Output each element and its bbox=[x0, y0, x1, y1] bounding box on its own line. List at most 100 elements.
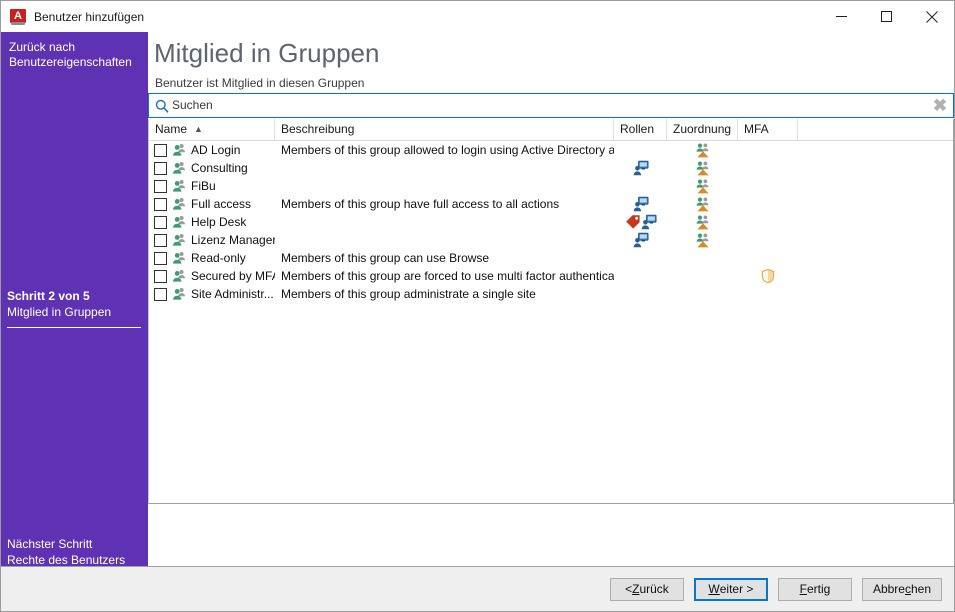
cell-roles bbox=[614, 249, 667, 267]
next-step-name: Rechte des Benutzers bbox=[7, 552, 141, 568]
finish-button[interactable]: Fertig bbox=[778, 578, 852, 601]
cancel-button[interactable]: Abbrechen bbox=[862, 578, 942, 601]
next-step-indicator: Nächster Schritt Rechte des Benutzers bbox=[7, 536, 141, 568]
row-checkbox[interactable] bbox=[154, 270, 167, 283]
cell-mfa bbox=[738, 285, 798, 303]
column-header-filler bbox=[798, 119, 953, 140]
back-button-accel: Z bbox=[632, 582, 639, 596]
group-assignment-icon bbox=[695, 178, 711, 194]
table-row[interactable]: Read-onlyMembers of this group can use B… bbox=[149, 249, 953, 267]
cell-mfa bbox=[738, 213, 798, 231]
row-name-label: Full access bbox=[191, 197, 251, 211]
group-row-icon bbox=[171, 250, 187, 266]
groups-list: Name▲ Beschreibung Rollen Zuordnung MFA … bbox=[148, 119, 954, 504]
row-checkbox[interactable] bbox=[154, 180, 167, 193]
column-header-roles[interactable]: Rollen bbox=[614, 119, 667, 140]
back-button-prefix: < bbox=[625, 582, 632, 596]
wizard-step-rail: Zurück nach Benutzereigenschaften Schrit… bbox=[1, 32, 148, 566]
group-row-icon bbox=[171, 214, 187, 230]
cell-roles bbox=[614, 231, 667, 249]
title-bar: A Benutzer hinzufügen bbox=[1, 1, 954, 32]
table-row[interactable]: Full access Members of this group have fu… bbox=[149, 195, 953, 213]
role-user-screen-icon bbox=[633, 160, 649, 176]
row-checkbox[interactable] bbox=[154, 234, 167, 247]
cell-roles bbox=[614, 213, 667, 231]
row-checkbox[interactable] bbox=[154, 162, 167, 175]
minimize-icon[interactable] bbox=[819, 1, 864, 32]
column-header-description[interactable]: Beschreibung bbox=[275, 119, 614, 140]
back-button-suffix: urück bbox=[639, 582, 668, 596]
cell-assignment bbox=[667, 141, 738, 159]
cell-roles bbox=[614, 141, 667, 159]
column-header-assignment[interactable]: Zuordnung bbox=[667, 119, 738, 140]
search-icon bbox=[152, 99, 172, 113]
cell-roles bbox=[614, 159, 667, 177]
table-row[interactable]: AD LoginMembers of this group allowed to… bbox=[149, 141, 953, 159]
next-button-suffix: eiter > bbox=[720, 582, 754, 596]
table-row[interactable]: Help Desk bbox=[149, 213, 953, 231]
application-a-icon: A bbox=[10, 9, 26, 25]
cell-assignment bbox=[667, 159, 738, 177]
page-subtitle: Benutzer ist Mitglied in diesen Gruppen bbox=[155, 76, 364, 90]
search-box[interactable]: ✖ bbox=[148, 93, 954, 118]
next-button-accel: W bbox=[708, 582, 719, 596]
next-button[interactable]: Weiter > bbox=[694, 578, 768, 601]
current-step-indicator: Schritt 2 von 5 Mitglied in Gruppen bbox=[7, 288, 141, 328]
group-row-icon bbox=[171, 286, 187, 302]
cell-name: Help Desk bbox=[149, 213, 275, 231]
row-name-label: Read-only bbox=[191, 251, 246, 265]
table-row[interactable]: Lizenz Manager bbox=[149, 231, 953, 249]
cell-assignment bbox=[667, 213, 738, 231]
cell-assignment bbox=[667, 195, 738, 213]
cell-assignment bbox=[667, 177, 738, 195]
maximize-icon[interactable] bbox=[864, 1, 909, 32]
table-row[interactable]: Site Administr...Members of this group a… bbox=[149, 285, 953, 303]
cell-description: Members of this group allowed to login u… bbox=[275, 141, 614, 159]
row-checkbox[interactable] bbox=[154, 252, 167, 265]
row-checkbox[interactable] bbox=[154, 144, 167, 157]
column-header-name[interactable]: Name▲ bbox=[149, 119, 275, 140]
cell-assignment bbox=[667, 285, 738, 303]
row-name-label: Site Administr... bbox=[191, 287, 274, 301]
group-assignment-icon bbox=[695, 160, 711, 176]
cell-roles bbox=[614, 285, 667, 303]
current-step-name: Mitglied in Gruppen bbox=[7, 304, 141, 320]
search-input[interactable] bbox=[172, 97, 927, 114]
table-row[interactable]: Consulting bbox=[149, 159, 953, 177]
cell-name: Secured by MFA bbox=[149, 267, 275, 285]
group-assignment-icon bbox=[695, 214, 711, 230]
list-header-row: Name▲ Beschreibung Rollen Zuordnung MFA bbox=[149, 119, 953, 141]
row-checkbox[interactable] bbox=[154, 216, 167, 229]
row-checkbox[interactable] bbox=[154, 198, 167, 211]
row-checkbox[interactable] bbox=[154, 288, 167, 301]
cell-mfa bbox=[738, 267, 798, 285]
back-to-user-properties-link[interactable]: Zurück nach Benutzereigenschaften bbox=[9, 40, 141, 70]
role-user-screen-icon bbox=[633, 232, 649, 248]
cell-name: Lizenz Manager bbox=[149, 231, 275, 249]
column-header-mfa[interactable]: MFA bbox=[738, 119, 798, 140]
window-controls bbox=[819, 1, 954, 32]
back-link-line1: Zurück nach bbox=[9, 40, 141, 55]
table-row[interactable]: Secured by MFAMembers of this group are … bbox=[149, 267, 953, 285]
group-assignment-icon bbox=[695, 232, 711, 248]
cell-description bbox=[275, 213, 614, 231]
window-title: Benutzer hinzufügen bbox=[34, 10, 144, 24]
cell-name: Read-only bbox=[149, 249, 275, 267]
table-row[interactable]: FiBu bbox=[149, 177, 953, 195]
cell-name: Site Administr... bbox=[149, 285, 275, 303]
cell-roles bbox=[614, 177, 667, 195]
sort-ascending-icon: ▲ bbox=[194, 124, 203, 134]
cell-mfa bbox=[738, 231, 798, 249]
cell-description: Members of this group are forced to use … bbox=[275, 267, 614, 285]
group-row-icon bbox=[171, 232, 187, 248]
cell-assignment bbox=[667, 231, 738, 249]
group-row-icon bbox=[171, 178, 187, 194]
cell-name: Consulting bbox=[149, 159, 275, 177]
cell-description: Members of this group have full access t… bbox=[275, 195, 614, 213]
back-button[interactable]: < Zurück bbox=[610, 578, 684, 601]
group-row-icon bbox=[171, 268, 187, 284]
close-icon[interactable] bbox=[909, 1, 954, 32]
clear-search-icon[interactable]: ✖ bbox=[927, 94, 953, 117]
cell-mfa bbox=[738, 249, 798, 267]
cell-description: Members of this group administrate a sin… bbox=[275, 285, 614, 303]
